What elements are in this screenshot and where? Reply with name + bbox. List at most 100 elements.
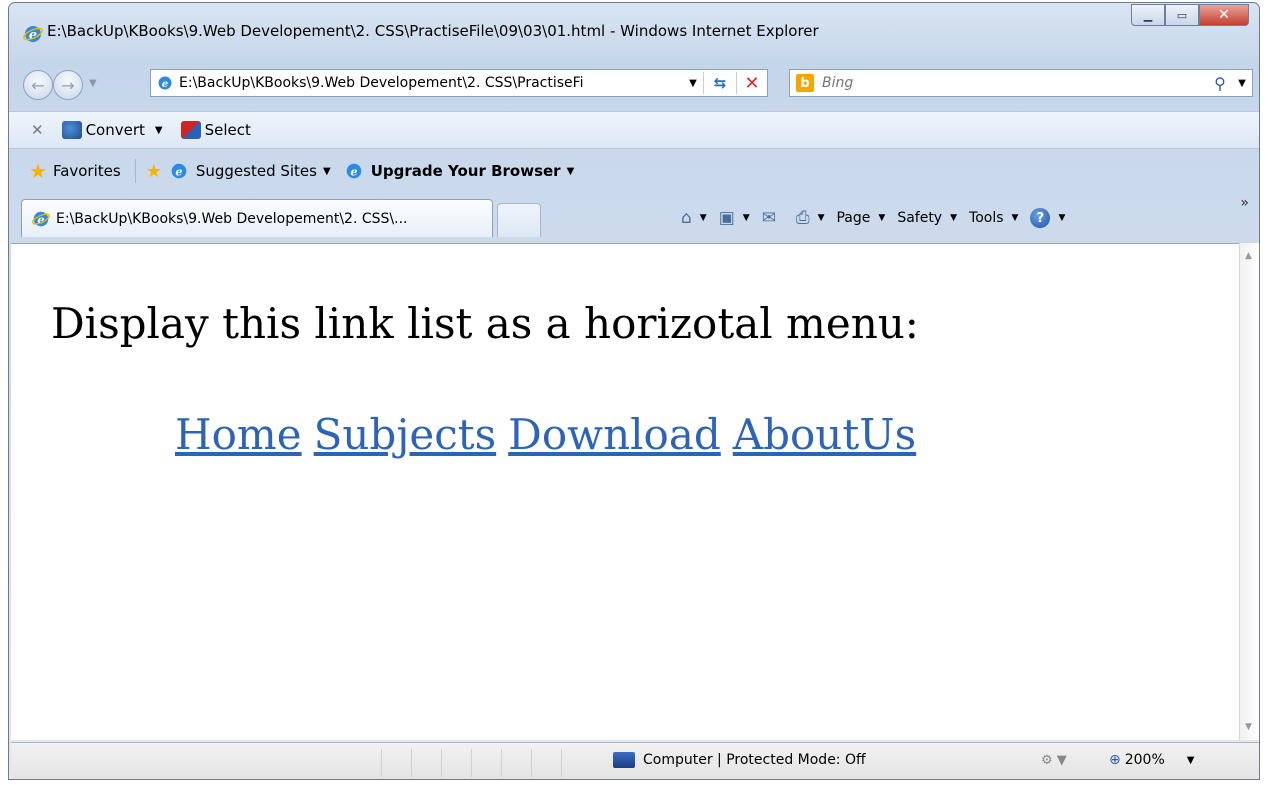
chevron-down-icon: ▼ (154, 124, 163, 136)
scroll-down-icon[interactable]: ▼ (1245, 722, 1252, 732)
home-icon[interactable]: ⌂ (681, 208, 692, 228)
computer-icon (613, 752, 635, 768)
window-title: E:\BackUp\KBooks\9.Web Developement\2. C… (47, 22, 819, 40)
minimize-button[interactable]: ▁ (1131, 4, 1165, 26)
minimize-icon: ▁ (1143, 8, 1153, 22)
back-arrow-icon: ← (31, 75, 45, 95)
title-bar: e E:\BackUp\KBooks\9.Web Developement\2.… (9, 3, 1259, 61)
chevron-down-icon: ▼ (878, 213, 886, 223)
chevron-down-icon[interactable]: ▼ (818, 213, 825, 223)
chevron-down-icon: ▼ (950, 213, 958, 223)
command-bar: ✕ Convert ▼ Select (9, 111, 1259, 149)
favorites-star-icon: ★ (29, 159, 47, 183)
zone-text: Computer | Protected Mode: Off (643, 752, 866, 768)
search-icon[interactable]: ⚲ (1208, 74, 1232, 93)
search-options-dropdown[interactable]: ▼ (1232, 78, 1252, 89)
chevron-down-icon: ▼ (1011, 213, 1019, 223)
status-bar: Computer | Protected Mode: Off ⚙ ▼ ⊕ 200… (11, 742, 1259, 779)
menu-link-home[interactable]: Home (175, 410, 302, 459)
close-icon: ✕ (1218, 7, 1230, 23)
ie-page-icon: e (346, 163, 361, 179)
ie-logo-icon: e (23, 26, 43, 43)
suggested-sites-label: Suggested Sites (195, 162, 317, 180)
address-input[interactable]: E:\BackUp\KBooks\9.Web Developement\2. C… (179, 75, 683, 91)
chevron-down-icon[interactable]: ▼ (1058, 213, 1065, 223)
ie-page-icon: e (171, 163, 187, 179)
svg-text:e: e (175, 165, 182, 179)
stop-icon[interactable]: ✕ (737, 73, 767, 94)
status-cell (531, 749, 561, 777)
command-toolbar: ⌂ ▼ ▣ ▼ ✉ ⎙ ▼ Page ▼ Safety ▼ Tools ▼ ? … (681, 205, 1077, 231)
chevron-down-icon: ▼ (322, 165, 331, 177)
tab-title: E:\BackUp\KBooks\9.Web Developement\2. C… (56, 210, 408, 227)
tab-current-page[interactable]: e E:\BackUp\KBooks\9.Web Developement\2.… (21, 199, 493, 237)
add-to-favorites-icon[interactable]: ★ (146, 161, 162, 182)
zoom-icon: ⊕ (1109, 752, 1121, 768)
status-cell (501, 749, 531, 777)
zoom-control[interactable]: ⊕ 200% ▼ (1109, 752, 1194, 768)
chevron-down-icon[interactable]: ▼ (700, 213, 707, 223)
page-content: Display this link list as a horizotal me… (11, 243, 1239, 740)
read-mail-icon[interactable]: ✉ (762, 208, 776, 228)
select-button[interactable]: Select (180, 121, 251, 139)
address-bar[interactable]: e E:\BackUp\KBooks\9.Web Developement\2.… (150, 69, 768, 97)
security-zone[interactable]: Computer | Protected Mode: Off (613, 752, 866, 768)
safety-menu[interactable]: Safety (897, 210, 942, 226)
feeds-icon[interactable]: ▣ (719, 208, 735, 228)
favorites-button[interactable]: Favorites (53, 162, 121, 180)
chevron-down-icon[interactable]: ▼ (743, 213, 750, 223)
forward-arrow-icon: → (61, 75, 75, 95)
scroll-up-icon[interactable]: ▲ (1245, 251, 1252, 261)
page-menu[interactable]: Page (836, 210, 870, 226)
upgrade-browser-label: Upgrade Your Browser (370, 162, 561, 180)
status-cell (381, 749, 411, 777)
address-dropdown-icon[interactable]: ▼ (683, 78, 703, 89)
svg-text:e: e (162, 79, 168, 90)
upgrade-browser-link[interactable]: e Upgrade Your Browser ▼ (345, 162, 575, 180)
refresh-icon[interactable]: ⇆ (704, 74, 736, 92)
ie-page-icon: e (32, 211, 50, 226)
favorites-bar: ★ Favorites ★ e Suggested Sites ▼ e Upgr… (9, 151, 1259, 191)
search-box[interactable]: b ⚲ ▼ (789, 69, 1253, 97)
menu-link-subjects[interactable]: Subjects (314, 410, 497, 459)
convert-label: Convert (85, 121, 145, 139)
select-pdf-icon (180, 121, 201, 139)
close-button[interactable]: ✕ (1199, 4, 1249, 26)
forward-button[interactable]: → (53, 70, 83, 100)
select-label: Select (204, 121, 251, 139)
status-cells (381, 749, 591, 777)
print-icon[interactable]: ⎙ (796, 208, 810, 228)
maximize-icon: ▭ (1176, 8, 1188, 22)
status-cell (561, 749, 591, 777)
chevron-more-icon[interactable]: » (1240, 195, 1249, 211)
convert-pdf-icon (61, 121, 82, 139)
recent-pages-dropdown[interactable]: ▼ (89, 78, 97, 89)
svg-text:e: e (350, 165, 357, 179)
close-toolbar-icon[interactable]: ✕ (31, 121, 44, 139)
tools-menu[interactable]: Tools (969, 210, 1004, 226)
browser-window: e E:\BackUp\KBooks\9.Web Developement\2.… (8, 2, 1260, 780)
protected-mode-icon[interactable]: ⚙ ▼ (1041, 753, 1067, 768)
back-button[interactable]: ← (23, 70, 53, 100)
navigation-bar: ← → ▼ e E:\BackUp\KBooks\9.Web Developem… (9, 61, 1259, 105)
vertical-scrollbar[interactable]: ▲ ▼ (1239, 243, 1259, 740)
status-cell (441, 749, 471, 777)
chevron-down-icon: ▼ (566, 165, 575, 177)
zoom-level: 200% (1124, 752, 1165, 768)
page-heading: Display this link list as a horizotal me… (51, 299, 919, 348)
chevron-down-icon: ▼ (1186, 754, 1195, 766)
maximize-button[interactable]: ▭ (1165, 4, 1199, 26)
suggested-sites-link[interactable]: e Suggested Sites ▼ (170, 162, 331, 180)
help-icon[interactable]: ? (1030, 208, 1051, 228)
tab-bar: e E:\BackUp\KBooks\9.Web Developement\2.… (9, 195, 1259, 241)
favorites-divider (134, 159, 136, 183)
menu-link-aboutus[interactable]: AboutUs (733, 410, 916, 459)
convert-button[interactable]: Convert ▼ (61, 121, 163, 139)
page-ie-icon: e (158, 76, 172, 90)
status-cell (411, 749, 441, 777)
bing-logo-icon: b (796, 74, 814, 92)
search-input[interactable] (822, 75, 1208, 91)
status-cell (471, 749, 501, 777)
new-tab-button[interactable] (497, 203, 541, 237)
menu-link-download[interactable]: Download (508, 410, 721, 459)
